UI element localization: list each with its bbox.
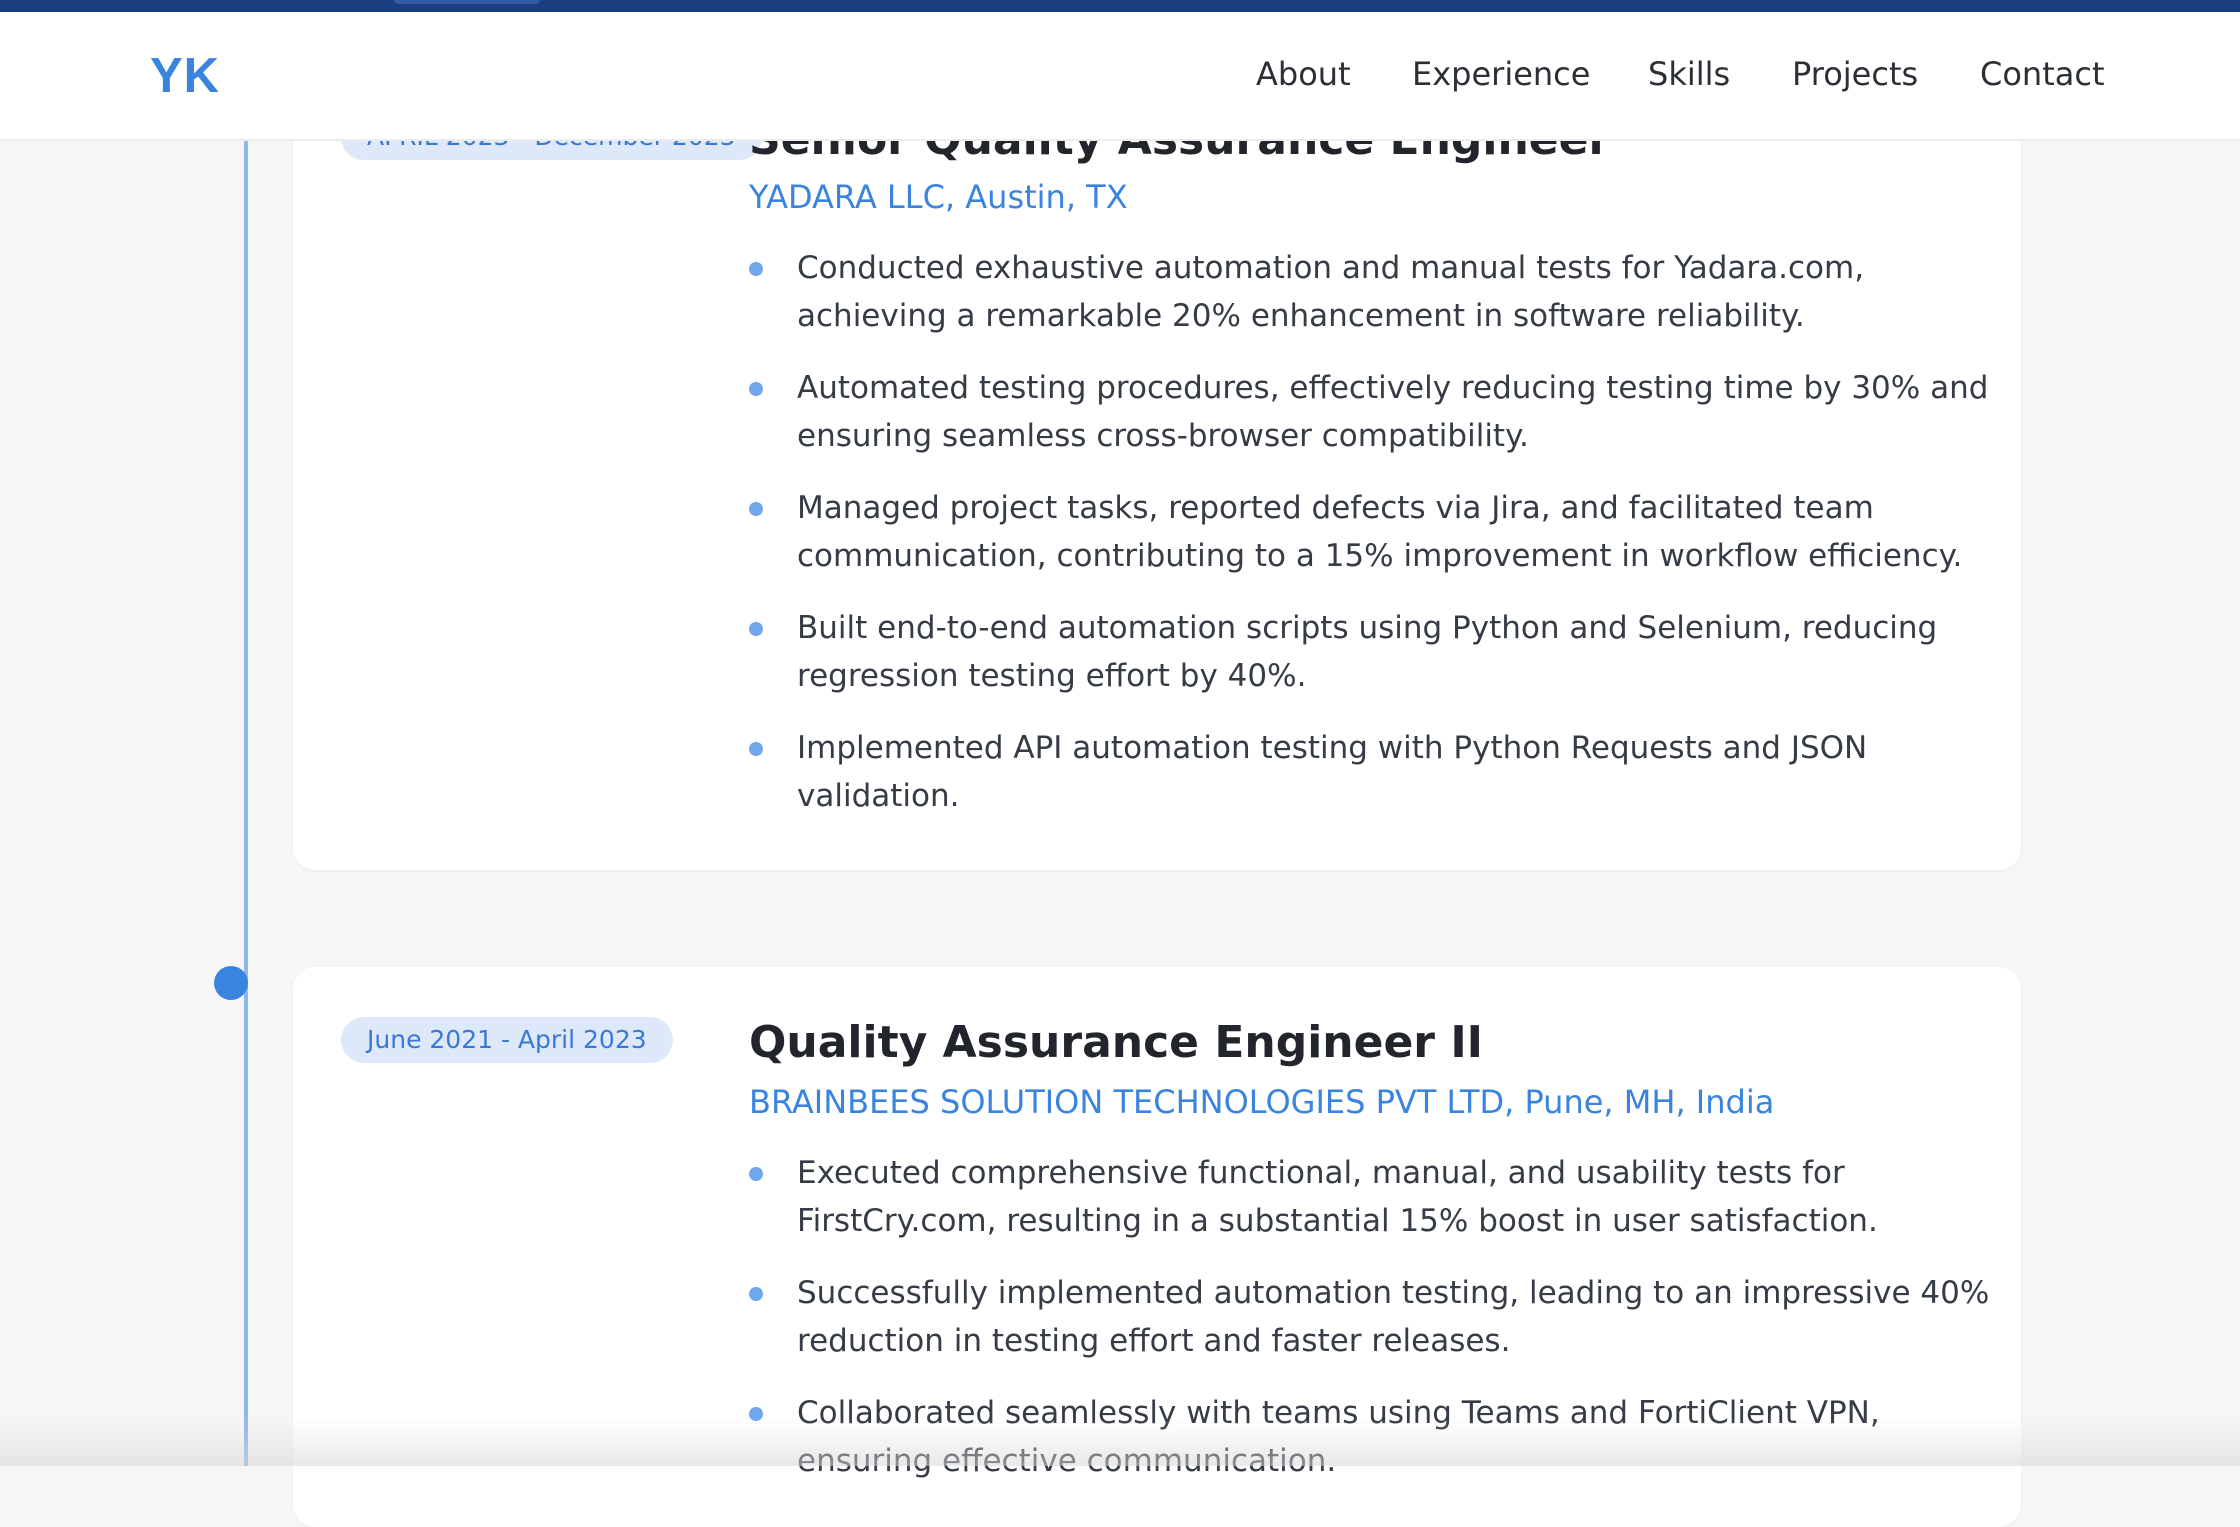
bullet-dot-icon bbox=[749, 502, 763, 516]
nav-link-projects[interactable]: Projects bbox=[1792, 55, 1918, 93]
company-name: BRAINBEES SOLUTION TECHNOLOGIES PVT LTD,… bbox=[749, 1083, 1775, 1121]
bullet-dot-icon bbox=[749, 262, 763, 276]
top-navbar: YK About Experience Skills Projects Cont… bbox=[0, 12, 2240, 141]
top-accent-bar bbox=[0, 0, 2240, 12]
bullet-dot-icon bbox=[749, 622, 763, 636]
nav-link-about[interactable]: About bbox=[1256, 55, 1351, 93]
company-name: YADARA LLC, Austin, TX bbox=[749, 178, 1128, 216]
date-badge: June 2021 - April 2023 bbox=[341, 1017, 673, 1063]
list-item-text: Executed comprehensive functional, manua… bbox=[797, 1155, 1878, 1239]
list-item: Automated testing procedures, effectivel… bbox=[749, 364, 2009, 460]
job-title: Quality Assurance Engineer II bbox=[749, 1017, 1484, 1068]
bullet-dot-icon bbox=[749, 1287, 763, 1301]
nav-link-skills[interactable]: Skills bbox=[1648, 55, 1730, 93]
list-item: Conducted exhaustive automation and manu… bbox=[749, 244, 2009, 340]
list-item-text: Conducted exhaustive automation and manu… bbox=[797, 250, 1865, 334]
list-item: Executed comprehensive functional, manua… bbox=[749, 1149, 2009, 1245]
responsibility-list: Conducted exhaustive automation and manu… bbox=[749, 244, 2009, 844]
list-item-text: Managed project tasks, reported defects … bbox=[797, 490, 1963, 574]
list-item-text: Built end-to-end automation scripts usin… bbox=[797, 610, 1938, 694]
bullet-dot-icon bbox=[749, 1167, 763, 1181]
list-item-text: Successfully implemented automation test… bbox=[797, 1275, 1990, 1359]
experience-card: APRIL 2023 - December 2023 Senior Qualit… bbox=[293, 40, 2021, 870]
list-item: Implemented API automation testing with … bbox=[749, 724, 2009, 820]
site-logo[interactable]: YK bbox=[150, 48, 220, 104]
timeline-dot bbox=[214, 966, 248, 1000]
list-item: Successfully implemented automation test… bbox=[749, 1269, 2009, 1365]
bullet-dot-icon bbox=[749, 742, 763, 756]
bottom-scroll-shadow bbox=[0, 1418, 2240, 1466]
list-item: Managed project tasks, reported defects … bbox=[749, 484, 2009, 580]
browser-tab-indicator bbox=[394, 0, 540, 4]
bullet-dot-icon bbox=[749, 382, 763, 396]
nav-link-contact[interactable]: Contact bbox=[1980, 55, 2105, 93]
list-item-text: Implemented API automation testing with … bbox=[797, 730, 1868, 814]
timeline-line bbox=[244, 140, 248, 1466]
nav-link-experience[interactable]: Experience bbox=[1412, 55, 1590, 93]
list-item-text: Automated testing procedures, effectivel… bbox=[797, 370, 1989, 454]
list-item: Built end-to-end automation scripts usin… bbox=[749, 604, 2009, 700]
